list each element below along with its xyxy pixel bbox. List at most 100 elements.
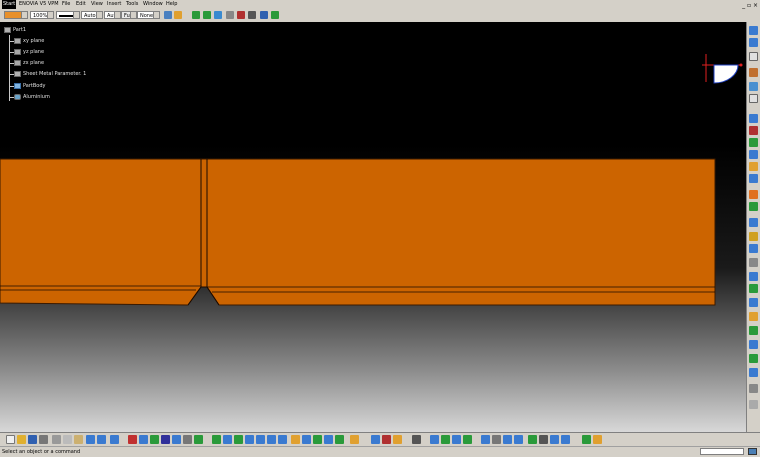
normal-to-icon[interactable] xyxy=(267,435,276,444)
window-controls[interactable]: _ ▫ × xyxy=(742,1,758,10)
symmetry-icon[interactable] xyxy=(749,232,758,241)
point-icon[interactable] xyxy=(749,258,758,267)
swap-space-icon[interactable] xyxy=(313,435,322,444)
update-icon[interactable] xyxy=(561,435,570,444)
material-view-icon[interactable] xyxy=(350,435,359,444)
quick-view-icon[interactable] xyxy=(278,435,287,444)
menu-view[interactable]: View xyxy=(91,0,103,9)
copy-icon[interactable] xyxy=(63,435,72,444)
shading-icon[interactable] xyxy=(749,340,758,349)
menu-file[interactable]: File xyxy=(62,0,70,9)
multi-view-icon[interactable] xyxy=(172,435,181,444)
pattern-icon[interactable] xyxy=(749,174,758,183)
chamfer-icon[interactable] xyxy=(749,150,758,159)
pan-view-icon[interactable] xyxy=(212,435,221,444)
axis-icon[interactable] xyxy=(260,11,268,19)
check-icon[interactable] xyxy=(463,435,472,444)
menu-enovia[interactable]: ENOVIA V5 VPM xyxy=(19,0,59,9)
catalog-icon[interactable] xyxy=(749,368,758,377)
mirror-icon[interactable] xyxy=(749,190,758,199)
view-icon[interactable] xyxy=(749,312,758,321)
zoom-area-icon[interactable] xyxy=(256,435,265,444)
measure-item-icon[interactable] xyxy=(382,435,391,444)
fps-icon[interactable] xyxy=(128,435,137,444)
hole-icon[interactable] xyxy=(749,126,758,135)
layer-a-select[interactable]: Aut xyxy=(104,11,121,19)
iso-view-icon[interactable] xyxy=(183,435,192,444)
pen-icon[interactable] xyxy=(226,11,234,19)
painter-icon[interactable] xyxy=(174,11,182,19)
print-icon[interactable] xyxy=(39,435,48,444)
edges-icon[interactable] xyxy=(335,435,344,444)
drafting-icon[interactable] xyxy=(749,384,758,393)
stamp-icon[interactable] xyxy=(749,162,758,171)
layer-c-select[interactable]: None xyxy=(137,11,160,19)
compass-icon[interactable] xyxy=(700,52,746,92)
menu-start[interactable]: Start xyxy=(2,0,17,9)
flange-icon[interactable] xyxy=(749,52,758,61)
search-icon[interactable] xyxy=(481,435,490,444)
material-tool-icon[interactable] xyxy=(749,354,758,363)
extrusion-icon[interactable] xyxy=(749,82,758,91)
wireframe-icon[interactable] xyxy=(324,435,333,444)
redo-icon[interactable] xyxy=(97,435,106,444)
zoom-out-icon[interactable] xyxy=(245,435,254,444)
part-face[interactable] xyxy=(0,158,716,306)
grid-icon[interactable] xyxy=(503,435,512,444)
menu-window[interactable]: Window xyxy=(143,0,163,9)
wizard-icon[interactable] xyxy=(593,435,602,444)
new-icon[interactable] xyxy=(6,435,15,444)
linetype-select[interactable] xyxy=(56,11,80,19)
rule-icon[interactable] xyxy=(452,435,461,444)
menu-edit[interactable]: Edit xyxy=(76,0,86,9)
axis-system-icon[interactable] xyxy=(514,435,523,444)
command-input[interactable] xyxy=(700,448,744,455)
sheet-metal-part[interactable] xyxy=(0,22,746,432)
bend-icon[interactable] xyxy=(749,68,758,77)
paste-icon[interactable] xyxy=(74,435,83,444)
sketch-icon[interactable] xyxy=(749,244,758,253)
layer-properties-icon[interactable] xyxy=(164,11,172,19)
help-icon[interactable] xyxy=(110,435,119,444)
layer-b-select[interactable]: Ful xyxy=(121,11,137,19)
zoom-in-icon[interactable] xyxy=(234,435,243,444)
line-icon[interactable] xyxy=(749,272,758,281)
move-icon[interactable] xyxy=(192,11,200,19)
thickness-select[interactable]: Auto xyxy=(81,11,103,19)
publish-icon[interactable] xyxy=(528,435,537,444)
3d-viewport[interactable]: Part1 xy plane yz plane zx plane Sheet M… xyxy=(0,22,746,432)
annotation-icon[interactable] xyxy=(550,435,559,444)
stats-icon[interactable] xyxy=(539,435,548,444)
shading-mode-icon[interactable] xyxy=(291,435,300,444)
reset-icon[interactable] xyxy=(271,11,279,19)
open-icon[interactable] xyxy=(17,435,26,444)
save-icon[interactable] xyxy=(28,435,37,444)
align-icon[interactable] xyxy=(248,11,256,19)
plane-tool-icon[interactable] xyxy=(749,284,758,293)
measure-icon[interactable] xyxy=(237,11,245,19)
corner-icon[interactable] xyxy=(749,138,758,147)
knowledge-icon[interactable] xyxy=(430,435,439,444)
rotate-icon[interactable] xyxy=(749,218,758,227)
plugin-icon[interactable] xyxy=(582,435,591,444)
fit-all-icon[interactable] xyxy=(150,435,159,444)
view-mode-icon[interactable] xyxy=(194,435,203,444)
normal-view-icon[interactable] xyxy=(161,435,170,444)
macro-icon[interactable] xyxy=(412,435,421,444)
rotate-view-icon[interactable] xyxy=(223,435,232,444)
fly-icon[interactable] xyxy=(139,435,148,444)
hide-show-icon[interactable] xyxy=(302,435,311,444)
options-icon[interactable] xyxy=(749,400,758,409)
menu-tools[interactable]: Tools xyxy=(126,0,138,9)
compass-handle[interactable] xyxy=(739,63,743,67)
menu-insert[interactable]: Insert xyxy=(107,0,121,9)
sheet-metal-parameters-icon[interactable] xyxy=(749,26,758,35)
wall-icon[interactable] xyxy=(749,38,758,47)
formula-icon[interactable] xyxy=(441,435,450,444)
color-select[interactable] xyxy=(4,11,28,19)
render-icon[interactable] xyxy=(749,326,758,335)
pan-icon[interactable] xyxy=(203,11,211,19)
menu-help[interactable]: Help xyxy=(166,0,177,9)
measure-between-icon[interactable] xyxy=(371,435,380,444)
undo-icon[interactable] xyxy=(86,435,95,444)
